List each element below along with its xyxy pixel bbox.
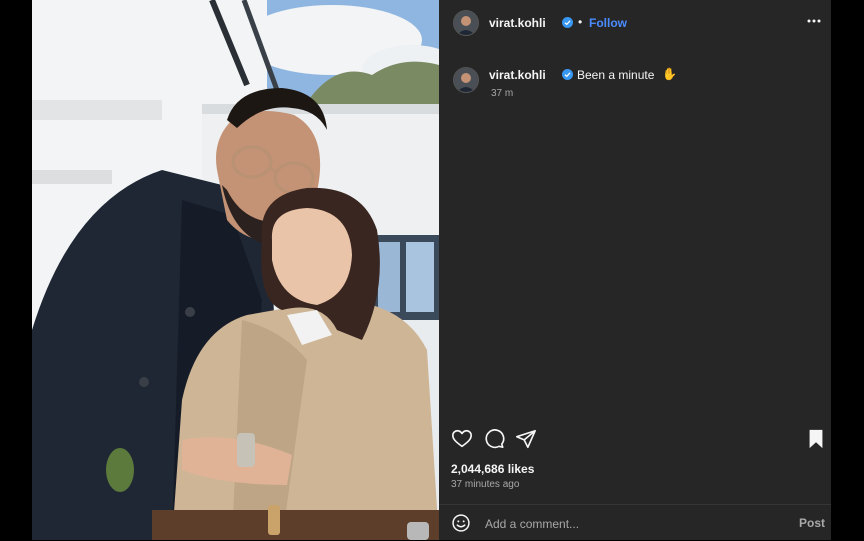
- avatar[interactable]: [453, 10, 479, 36]
- header-separator: •: [578, 15, 583, 29]
- more-options-icon[interactable]: [807, 14, 821, 28]
- follow-button[interactable]: Follow: [589, 16, 627, 30]
- post-comment-button[interactable]: Post: [799, 516, 825, 530]
- caption-verified-badge-icon: [562, 69, 573, 80]
- caption-timestamp[interactable]: 37 m: [491, 88, 513, 99]
- post-modal: virat.kohli • Follow virat.kohli Been a …: [32, 0, 831, 540]
- caption-username-link[interactable]: virat.kohli: [489, 68, 546, 82]
- emoji-smile-icon[interactable]: [451, 513, 471, 533]
- comment-bubble-icon[interactable]: [483, 428, 505, 450]
- caption-avatar[interactable]: [453, 67, 479, 93]
- verified-badge-icon: [562, 17, 573, 28]
- post-detail-panel: virat.kohli • Follow virat.kohli Been a …: [439, 0, 831, 540]
- caption-text: Been a minute: [577, 68, 655, 82]
- bookmark-icon[interactable]: [805, 428, 827, 450]
- caption-emoji: ✋: [662, 67, 677, 81]
- heart-icon[interactable]: [451, 428, 473, 450]
- comment-input[interactable]: [483, 514, 777, 534]
- post-header: virat.kohli • Follow: [439, 0, 831, 44]
- action-bar: [451, 428, 823, 450]
- share-paper-plane-icon[interactable]: [515, 428, 537, 450]
- username-link[interactable]: virat.kohli: [489, 16, 546, 30]
- likes-count[interactable]: 2,044,686 likes: [451, 462, 534, 476]
- post-photo[interactable]: [32, 0, 439, 540]
- post-timestamp[interactable]: 37 minutes ago: [451, 479, 519, 490]
- comment-bar: Post: [439, 504, 831, 541]
